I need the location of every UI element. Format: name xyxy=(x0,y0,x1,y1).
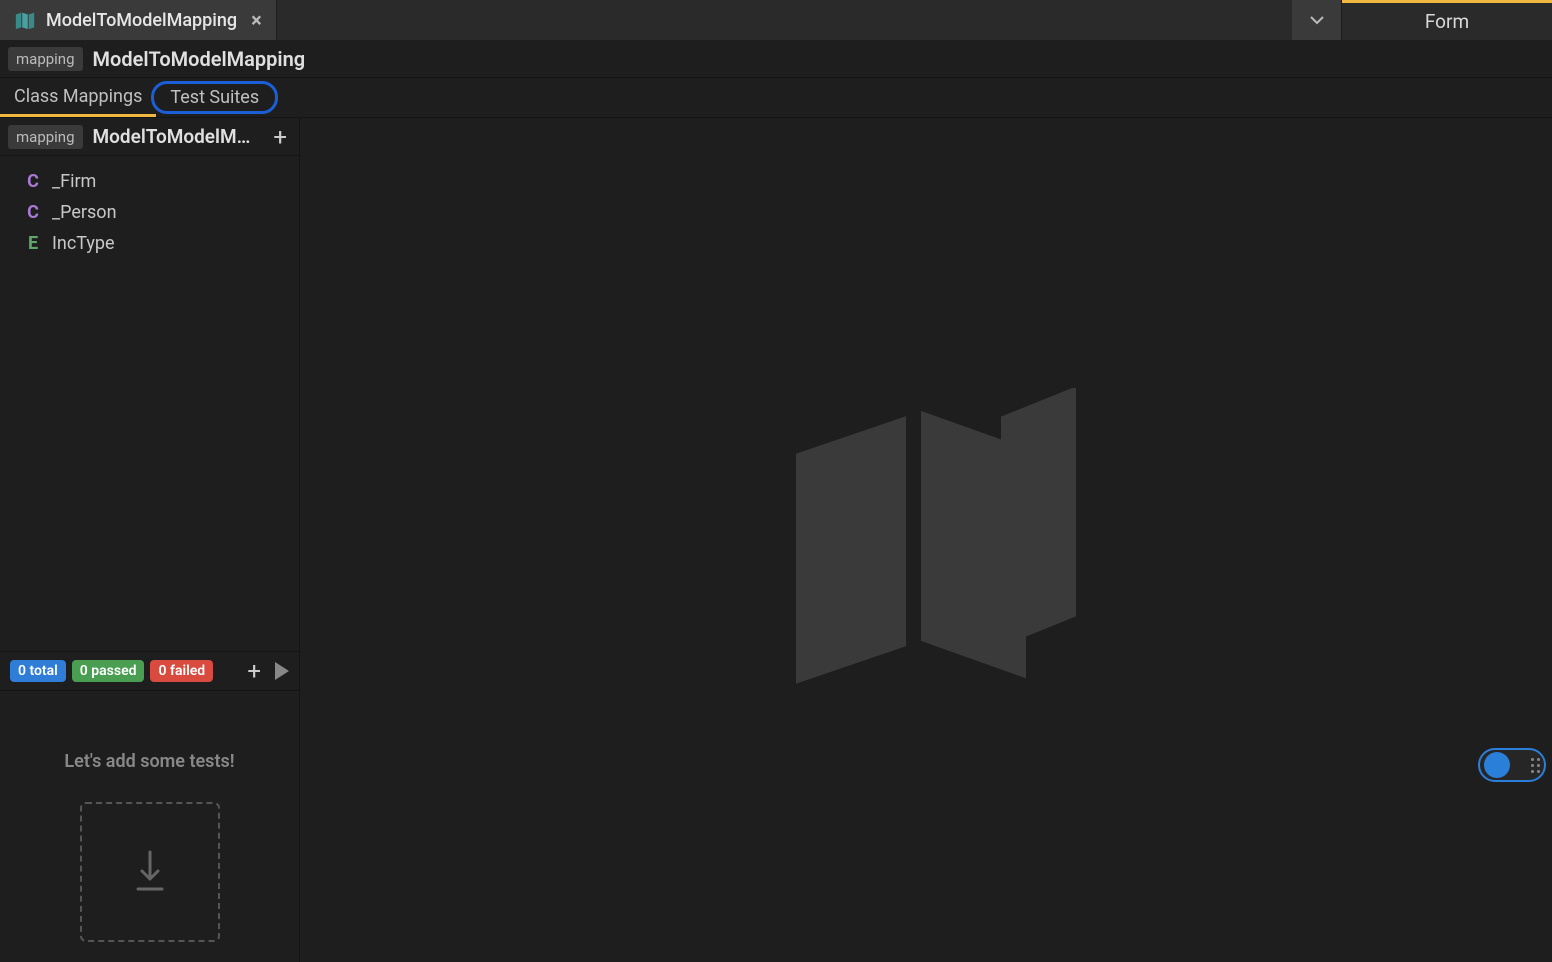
view-dropdown-button[interactable] xyxy=(1292,0,1342,40)
class-item-label: IncType xyxy=(52,233,115,254)
sidebar-title: ModelToModelM... xyxy=(93,125,252,148)
enum-type-icon: E xyxy=(24,233,42,254)
test-stats-bar: 0 total 0 passed 0 failed + xyxy=(0,651,299,691)
map-icon xyxy=(14,9,36,31)
map-placeholder-icon xyxy=(736,388,1116,692)
sub-tabs: Class Mappings Test Suites xyxy=(0,78,1552,118)
drag-handle-icon xyxy=(1531,758,1540,773)
class-list: C _Firm C _Person E IncType xyxy=(0,156,299,269)
stat-passed-badge: 0 passed xyxy=(72,660,145,682)
class-item-firm[interactable]: C _Firm xyxy=(14,166,285,197)
run-tests-button[interactable] xyxy=(275,662,289,680)
main-canvas xyxy=(300,118,1552,962)
editor-tab[interactable]: ModelToModelMapping × xyxy=(0,0,277,40)
assistant-toggle[interactable] xyxy=(1478,748,1546,782)
empty-tests-panel: Let's add some tests! xyxy=(0,691,299,962)
download-icon xyxy=(130,847,170,897)
top-tab-bar: ModelToModelMapping × Form xyxy=(0,0,1552,40)
sidebar-type-badge: mapping xyxy=(8,125,83,149)
add-test-dropzone[interactable] xyxy=(80,802,220,942)
class-item-inctype[interactable]: E IncType xyxy=(14,228,285,259)
toggle-knob xyxy=(1484,752,1510,778)
class-type-icon: C xyxy=(24,202,42,223)
tab-test-suites-label: Test Suites xyxy=(170,87,259,108)
tab-test-suites[interactable]: Test Suites xyxy=(156,78,273,117)
stat-total-badge: 0 total xyxy=(10,660,66,682)
page-title: ModelToModelMapping xyxy=(93,47,306,71)
class-item-label: _Firm xyxy=(52,171,96,192)
add-class-mapping-button[interactable]: + xyxy=(261,123,299,151)
stat-failed-badge: 0 failed xyxy=(150,660,213,682)
tab-class-mappings[interactable]: Class Mappings xyxy=(0,78,156,117)
tab-title: ModelToModelMapping xyxy=(46,10,237,31)
class-type-icon: C xyxy=(24,171,42,192)
breadcrumb: mapping ModelToModelMapping xyxy=(0,40,1552,78)
element-type-badge: mapping xyxy=(8,47,83,71)
chevron-down-icon xyxy=(1309,15,1325,25)
empty-tests-message: Let's add some tests! xyxy=(20,751,279,772)
class-item-label: _Person xyxy=(52,202,117,223)
add-test-button[interactable]: + xyxy=(241,657,267,685)
form-label: Form xyxy=(1425,10,1469,33)
sidebar-header: mapping ModelToModelM... + xyxy=(0,118,299,156)
sidebar: mapping ModelToModelM... + C _Firm C _Pe… xyxy=(0,118,300,962)
tab-class-mappings-label: Class Mappings xyxy=(14,86,142,107)
form-view-button[interactable]: Form xyxy=(1342,0,1552,40)
close-tab-button[interactable]: × xyxy=(247,8,266,32)
class-item-person[interactable]: C _Person xyxy=(14,197,285,228)
